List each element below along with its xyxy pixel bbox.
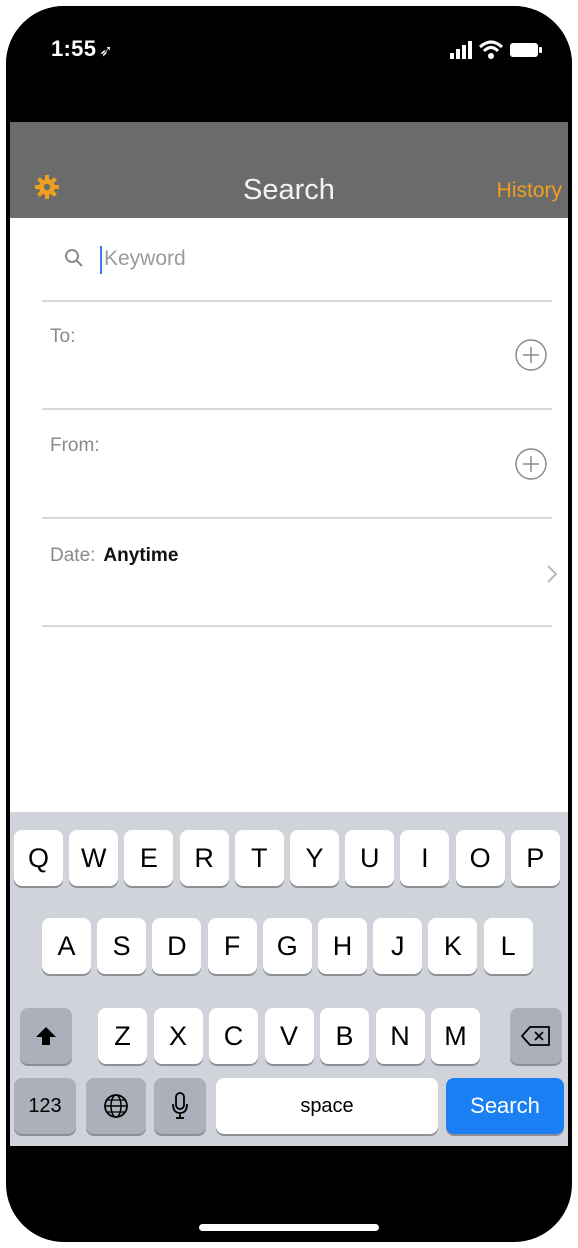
status-icons: [450, 40, 542, 59]
key-g[interactable]: G: [262, 918, 312, 974]
wifi-icon: [478, 40, 504, 59]
key-d[interactable]: D: [152, 918, 202, 974]
key-p[interactable]: P: [510, 830, 560, 886]
key-f[interactable]: F: [207, 918, 257, 974]
divider: [42, 517, 552, 519]
dictation-key[interactable]: [154, 1078, 206, 1134]
divider: [42, 625, 552, 627]
divider: [42, 408, 552, 410]
search-icon: [65, 249, 83, 267]
key-o[interactable]: O: [455, 830, 505, 886]
shift-arrow-icon: [36, 1027, 56, 1045]
status-bar: 1:55 ➶: [6, 6, 572, 121]
text-cursor: [100, 246, 102, 274]
divider: [42, 300, 552, 302]
globe-icon: [104, 1094, 128, 1118]
key-e[interactable]: E: [124, 830, 174, 886]
home-indicator[interactable]: [199, 1224, 379, 1231]
battery-icon: [510, 43, 542, 57]
key-c[interactable]: C: [209, 1008, 258, 1064]
add-sender-icon[interactable]: [514, 447, 548, 481]
numbers-key[interactable]: 123: [14, 1078, 76, 1134]
key-r[interactable]: R: [179, 830, 229, 886]
key-q[interactable]: Q: [14, 830, 63, 886]
navigation-bar: Search History: [10, 122, 568, 218]
phone-frame: 1:55 ➶ Search History Keyword To: From: …: [6, 6, 572, 1242]
date-value: Anytime: [103, 545, 179, 566]
location-arrow-icon: ➶: [99, 43, 113, 60]
space-key[interactable]: space: [216, 1078, 438, 1134]
microphone-icon: [172, 1092, 188, 1119]
key-i[interactable]: I: [400, 830, 450, 886]
search-bar: [64, 244, 364, 274]
key-a[interactable]: A: [42, 918, 91, 974]
key-h[interactable]: H: [318, 918, 367, 974]
chevron-right-icon: [547, 565, 558, 583]
signal-icon: [450, 41, 472, 59]
backspace-icon: [520, 1026, 550, 1046]
globe-key[interactable]: [86, 1078, 146, 1134]
key-z[interactable]: Z: [98, 1008, 147, 1064]
page-title: Search: [243, 174, 335, 206]
keyword-input[interactable]: [94, 244, 344, 274]
add-recipient-icon[interactable]: [514, 338, 548, 372]
status-time-text: 1:55: [51, 36, 97, 61]
key-m[interactable]: M: [431, 1008, 480, 1064]
from-label: From:: [50, 435, 100, 456]
key-b[interactable]: B: [320, 1008, 369, 1064]
shift-key[interactable]: [20, 1008, 72, 1064]
search-key[interactable]: Search: [446, 1078, 564, 1134]
key-x[interactable]: X: [153, 1008, 203, 1064]
key-s[interactable]: S: [97, 918, 147, 974]
history-button[interactable]: History: [497, 179, 562, 203]
key-n[interactable]: N: [375, 1008, 425, 1064]
key-t[interactable]: T: [234, 830, 284, 886]
key-l[interactable]: L: [483, 918, 533, 974]
key-u[interactable]: U: [345, 830, 395, 886]
status-time: 1:55 ➶: [51, 36, 113, 62]
keyboard: QWERTYUIOP ASDFGHJKL ZXCVBNM 123 space S…: [10, 812, 568, 1146]
key-y[interactable]: Y: [290, 830, 339, 886]
key-w[interactable]: W: [69, 830, 119, 886]
search-form: To: From: Date: Anytime: [10, 218, 568, 812]
key-j[interactable]: J: [373, 918, 423, 974]
date-label-text: Date:: [50, 545, 96, 566]
to-label: To:: [50, 326, 76, 347]
key-k[interactable]: K: [428, 918, 478, 974]
date-label: Date: Anytime: [50, 545, 178, 567]
delete-key[interactable]: [510, 1008, 562, 1064]
key-v[interactable]: V: [264, 1008, 314, 1064]
